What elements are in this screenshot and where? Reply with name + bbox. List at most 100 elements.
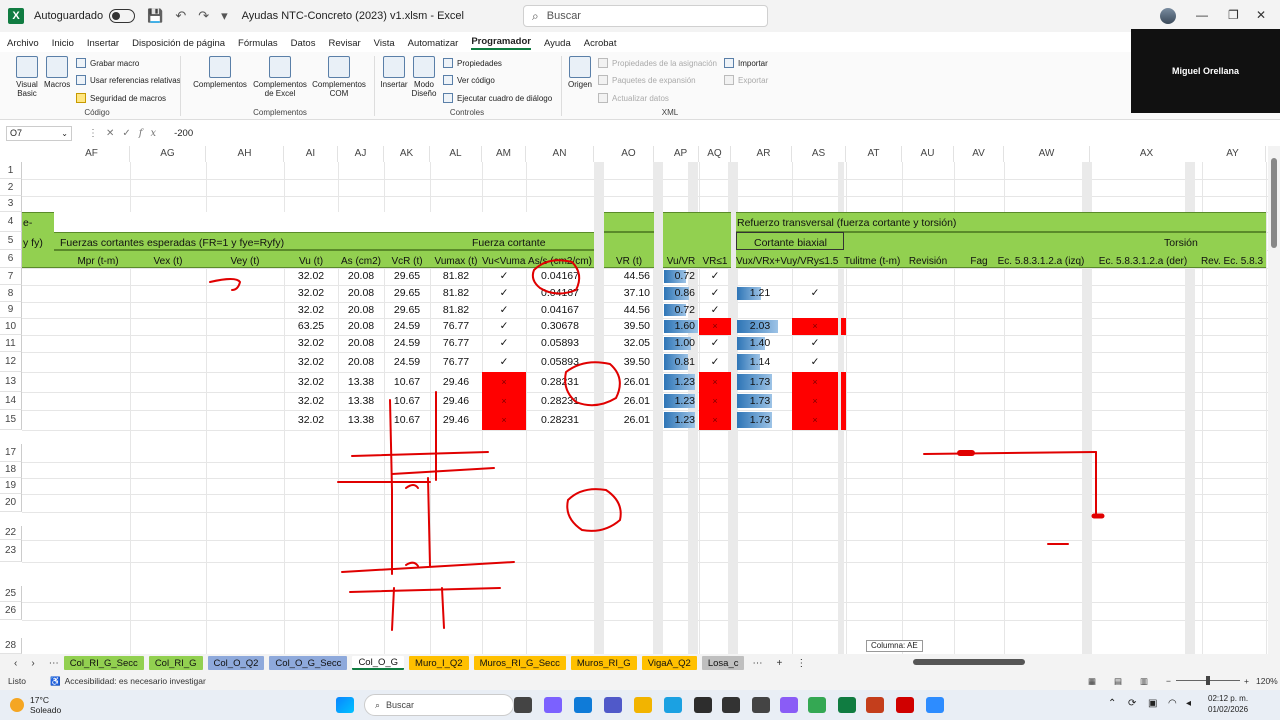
row-header-14[interactable]: 14 (0, 392, 22, 410)
menu-tab-10[interactable]: Ayuda (544, 38, 571, 49)
search-box[interactable]: ⌕ Buscar (523, 5, 768, 27)
table-cell[interactable]: 1.00 (663, 335, 695, 352)
autosave-toggle[interactable] (109, 9, 136, 23)
weather-widget[interactable]: 17°C Soleado (10, 695, 61, 715)
sheet-tab[interactable]: Col_O_G_Secc (269, 656, 348, 670)
app-icon[interactable] (664, 697, 682, 713)
tray-app-icon[interactable]: ▣ (1148, 698, 1157, 709)
table-cell[interactable]: 1.73 (736, 392, 784, 410)
save-icon[interactable]: 💾 (147, 8, 163, 24)
menu-tab-8[interactable]: Automatizar (408, 38, 459, 49)
page-break-icon[interactable]: ▥ (1140, 676, 1148, 687)
table-cell[interactable]: ✓ (699, 352, 731, 372)
table-cell[interactable]: 1.23 (663, 372, 695, 392)
table-cell[interactable]: 10.67 (384, 372, 430, 392)
table-cell[interactable]: 1.21 (736, 285, 784, 302)
row-header-8[interactable]: 8 (0, 285, 22, 302)
table-cell[interactable]: 0.28231 (526, 410, 594, 430)
properties-button[interactable]: Propiedades (443, 58, 502, 68)
file-explorer-icon[interactable] (634, 697, 652, 713)
row-header-20[interactable]: 20 (0, 494, 22, 512)
table-cell[interactable]: 13.38 (338, 372, 384, 392)
name-box[interactable]: O7 ⌄ (6, 125, 72, 141)
excel-taskbar-icon[interactable] (838, 697, 856, 713)
table-cell[interactable]: 26.01 (604, 410, 650, 430)
table-cell[interactable]: ✓ (482, 335, 526, 352)
relative-refs-button[interactable]: Usar referencias relativas (76, 75, 181, 85)
chrome-icon[interactable] (808, 697, 826, 713)
column-header-AJ[interactable]: AJ (338, 146, 384, 162)
next-sheet-icon[interactable]: › (31, 658, 34, 669)
sheet-tab[interactable]: Muro_I_Q2 (409, 656, 469, 670)
table-cell[interactable]: 37.10 (604, 285, 650, 302)
source-button[interactable]: Origen (566, 56, 594, 89)
table-cell[interactable]: 32.02 (284, 285, 338, 302)
normal-view-icon[interactable]: ▦ (1088, 676, 1096, 687)
table-cell[interactable]: 26.01 (604, 372, 650, 392)
close-icon[interactable]: ✕ (1256, 8, 1266, 22)
addins-button[interactable]: Complementos (190, 56, 250, 89)
column-header-AS[interactable]: AS (792, 146, 846, 162)
table-cell[interactable]: × (792, 318, 838, 335)
table-cell[interactable]: 0.86 (663, 285, 695, 302)
table-cell[interactable]: × (482, 392, 526, 410)
table-cell[interactable]: × (699, 392, 731, 410)
com-addins-button[interactable]: Complementos COM (310, 56, 368, 98)
column-header-AO[interactable]: AO (604, 146, 654, 162)
sheet-tab[interactable]: Col_O_G (352, 656, 405, 670)
row-header-5[interactable]: 5 (0, 232, 22, 250)
page-layout-icon[interactable]: ▤ (1114, 676, 1122, 687)
column-header-AY[interactable]: AY (1200, 146, 1266, 162)
macros-button[interactable]: Macros (44, 56, 70, 89)
table-cell[interactable]: 29.46 (430, 392, 482, 410)
table-cell[interactable]: × (699, 372, 731, 392)
more-sheets-icon[interactable]: ⋯ (49, 658, 59, 669)
sheet-tab[interactable]: Col_O_Q2 (207, 656, 265, 670)
column-header-AN[interactable]: AN (526, 146, 594, 162)
row-header-11[interactable]: 11 (0, 335, 22, 352)
table-cell[interactable]: 32.02 (284, 372, 338, 392)
table-cell[interactable]: 1.14 (736, 352, 784, 372)
minimize-icon[interactable]: — (1196, 8, 1208, 22)
table-cell[interactable]: × (792, 372, 838, 392)
row-header-15[interactable]: 15 (0, 410, 22, 430)
column-header-AF[interactable]: AF (54, 146, 130, 162)
table-cell[interactable]: 32.02 (284, 392, 338, 410)
row-header-19[interactable]: 19 (0, 478, 22, 494)
row-header-1[interactable]: 1 (0, 162, 22, 179)
table-cell[interactable]: 13.38 (338, 410, 384, 430)
table-cell[interactable]: × (699, 318, 731, 335)
table-cell[interactable]: 24.59 (384, 318, 430, 335)
table-cell[interactable]: 0.04167 (526, 285, 594, 302)
column-header-AL[interactable]: AL (430, 146, 482, 162)
menu-tab-7[interactable]: Vista (374, 38, 395, 49)
volume-icon[interactable]: ◂ (1186, 698, 1191, 709)
import-button[interactable]: Importar (724, 58, 768, 68)
table-cell[interactable]: 29.65 (384, 268, 430, 285)
horizontal-scrollbar[interactable] (785, 657, 1265, 667)
table-cell[interactable]: 76.77 (430, 318, 482, 335)
table-cell[interactable]: 10.67 (384, 392, 430, 410)
design-mode-button[interactable]: Modo Diseño (410, 56, 438, 98)
start-icon[interactable] (336, 697, 354, 713)
excel-addins-button[interactable]: Complementos de Excel (252, 56, 308, 98)
wifi-icon[interactable]: ◠ (1168, 698, 1177, 709)
acrobat-icon[interactable] (896, 697, 914, 713)
table-cell[interactable]: 0.05893 (526, 335, 594, 352)
table-cell[interactable]: 20.08 (338, 285, 384, 302)
table-cell[interactable]: × (482, 372, 526, 392)
table-cell[interactable]: 29.46 (430, 410, 482, 430)
table-cell[interactable]: 0.30678 (526, 318, 594, 335)
redo-icon[interactable]: ↷ (198, 8, 209, 24)
column-header-AM[interactable]: AM (482, 146, 526, 162)
table-cell[interactable]: 2.03 (736, 318, 784, 335)
tray-app-icon[interactable]: ⟳ (1128, 698, 1136, 709)
insert-control-button[interactable]: Insertar (378, 56, 410, 89)
menu-tab-9[interactable]: Programador (471, 36, 531, 50)
row-header-4[interactable]: 4 (0, 212, 22, 232)
table-cell[interactable]: 81.82 (430, 302, 482, 318)
column-header-AP[interactable]: AP (663, 146, 699, 162)
row-header-12[interactable]: 12 (0, 352, 22, 372)
more-sheets-right-icon[interactable]: ⋯ (752, 658, 762, 669)
table-cell[interactable]: ✓ (482, 352, 526, 372)
